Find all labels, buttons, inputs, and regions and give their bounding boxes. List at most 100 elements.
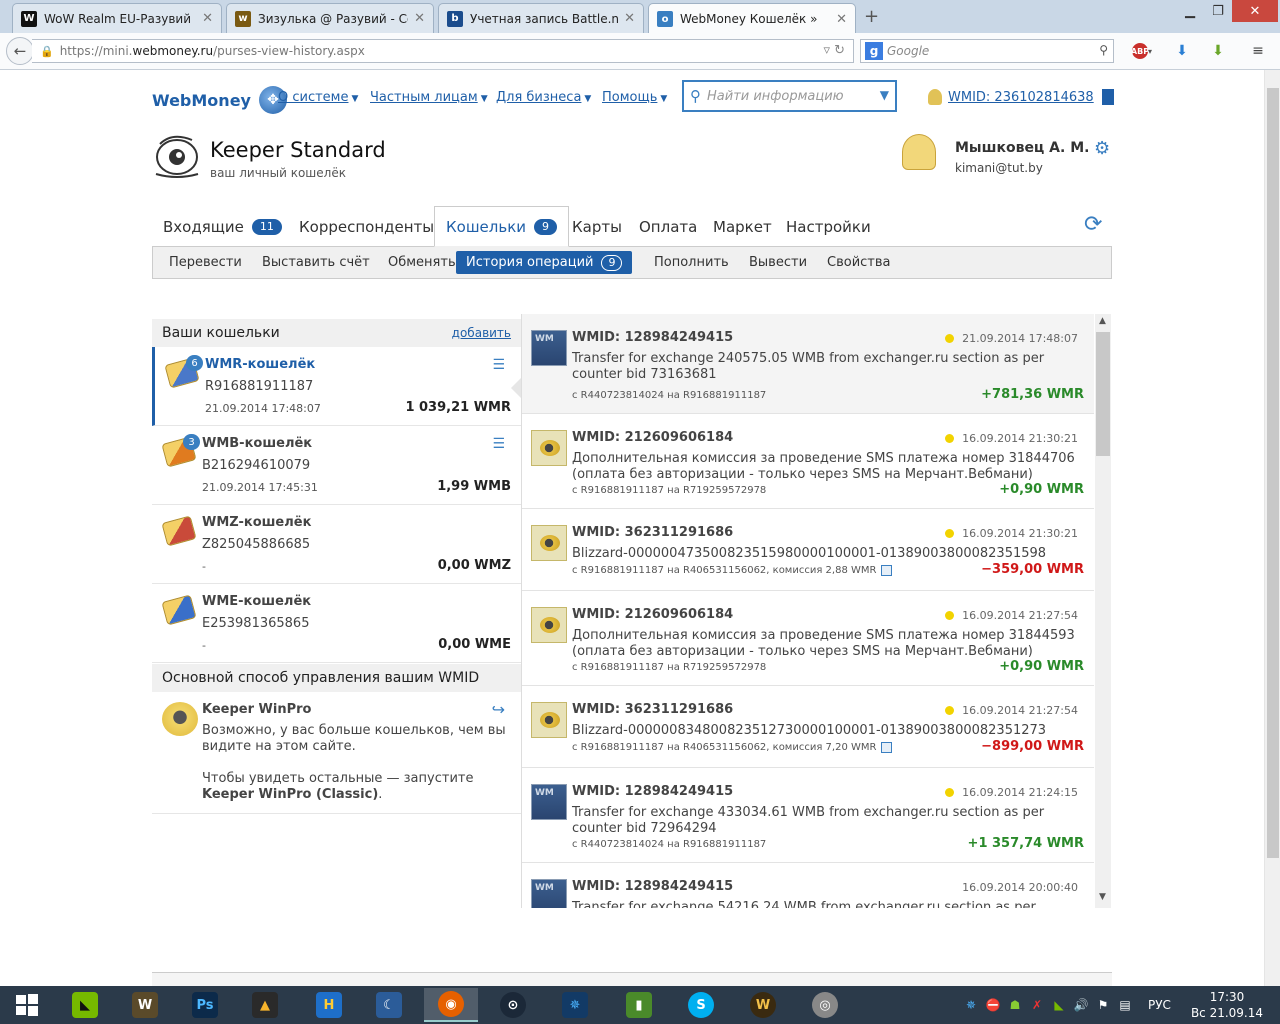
new-tab-button[interactable]: + (864, 6, 879, 27)
tray-volume-icon[interactable]: 🔊 (1070, 994, 1092, 1016)
speaker-app-icon[interactable]: ◎ (798, 988, 852, 1022)
restore-window-icon[interactable]: ❐ (1204, 0, 1232, 22)
browser-tab[interactable]: b Учетная запись Battle.net ✕ (438, 3, 644, 33)
purse-item[interactable]: WME-кошелёк E253981365865 - 0,00 WME (152, 584, 521, 663)
search-icon[interactable]: ⚲ (1099, 43, 1108, 57)
purse-item[interactable]: 3 WMB-кошелёк B216294610079 21.09.2014 17:4… (152, 426, 521, 505)
nav-about[interactable]: О системе ▼ (278, 90, 358, 105)
close-icon[interactable]: ✕ (414, 11, 425, 26)
transaction-item[interactable]: WMID: 128984249415 16.09.2014 21:24:15 Tra… (522, 768, 1094, 863)
transaction-item[interactable]: WMID: 128984249415 21.09.2014 17:48:07 Tra… (522, 314, 1094, 414)
transaction-wmid[interactable]: WMID: 362311291686 (572, 702, 733, 717)
tab-payment[interactable]: Оплата (628, 206, 708, 247)
close-icon[interactable]: ✕ (202, 11, 213, 26)
transaction-scrollbar-thumb[interactable] (1096, 332, 1110, 456)
transaction-wmid[interactable]: WMID: 128984249415 (572, 784, 733, 799)
skype-icon[interactable]: S (674, 988, 728, 1022)
transaction-wmid[interactable]: WMID: 212609606184 (572, 607, 733, 622)
start-windows-icon[interactable] (0, 988, 54, 1022)
download-arrow-icon[interactable]: ⬇ (1172, 41, 1192, 61)
purse-name[interactable]: WME-кошелёк (202, 594, 311, 609)
transaction-item[interactable]: WMID: 212609606184 16.09.2014 21:30:21 Доп… (522, 414, 1094, 509)
tab-cards[interactable]: Карты (561, 206, 633, 247)
page-scrollbar-thumb[interactable] (1267, 88, 1279, 858)
tray-battlenet-icon[interactable]: ✵ (960, 994, 982, 1016)
aimp-icon[interactable]: ▲ (238, 988, 292, 1022)
close-icon[interactable]: ✕ (836, 12, 847, 27)
subtab-invoice[interactable]: Выставить счёт (252, 251, 380, 274)
tab-incoming[interactable]: Входящие 11 (152, 206, 293, 247)
heroes-icon[interactable]: H (302, 988, 356, 1022)
checklist-icon[interactable]: ☰ (492, 357, 505, 373)
tray-network-off-icon[interactable]: ✗ (1026, 994, 1048, 1016)
tray-network-icon[interactable]: ▤ (1114, 994, 1136, 1016)
transaction-item[interactable]: WMID: 128984249415 16.09.2014 20:00:40 Tra… (522, 863, 1094, 908)
firefox-icon[interactable]: ◉ (424, 988, 478, 1022)
transaction-item[interactable]: WMID: 362311291686 16.09.2014 21:27:54 Bli… (522, 686, 1094, 768)
gear-icon[interactable]: ⚙ (1094, 138, 1110, 159)
crescent-icon[interactable]: ☾ (362, 988, 416, 1022)
nav-help[interactable]: Помощь ▼ (602, 90, 667, 105)
purse-item[interactable]: 6 WMR-кошелёк R916881911187 21.09.2014 17:4… (152, 347, 521, 426)
scroll-down-icon[interactable]: ▼ (1099, 892, 1106, 902)
receipt-icon[interactable] (881, 565, 893, 576)
transaction-item[interactable]: WMID: 362311291686 16.09.2014 21:30:21 Bli… (522, 509, 1094, 591)
tab-settings[interactable]: Настройки (775, 206, 882, 247)
subtab-topup[interactable]: Пополнить (644, 251, 739, 274)
purse-name[interactable]: WMB-кошелёк (202, 436, 312, 451)
download-helper-icon[interactable]: ⬇ (1208, 41, 1228, 61)
browser-tab[interactable]: o WebMoney Кошелёк » ✕ (648, 3, 856, 34)
subtab-withdraw[interactable]: Вывести (739, 251, 817, 274)
wow-launcher-icon[interactable]: W (118, 988, 172, 1022)
browser-tab[interactable]: W WoW Realm EU-Разувий :: … ✕ (12, 3, 222, 33)
tab-contacts[interactable]: Корреспонденты (288, 206, 445, 247)
subtab-transfer[interactable]: Перевести (159, 251, 252, 274)
nvidia-icon[interactable]: ◣ (58, 988, 112, 1022)
minimize-window-icon[interactable]: ▁ (1176, 0, 1204, 22)
clock[interactable]: 17:30 Вс 21.09.14 (1191, 989, 1263, 1021)
exit-icon[interactable] (1101, 89, 1114, 105)
google-icon[interactable]: g (865, 42, 883, 60)
back-arrow-icon[interactable]: ← (6, 37, 34, 65)
menu-icon[interactable]: ≡ (1248, 41, 1268, 61)
wmid-link[interactable]: WMID: 236102814638 (928, 89, 1114, 105)
wow-icon[interactable]: W (736, 988, 790, 1022)
keyboard-language[interactable]: РУС (1148, 998, 1171, 1012)
nav-business[interactable]: Для бизнеса ▼ (496, 90, 591, 105)
receipt-icon[interactable] (881, 742, 893, 753)
tray-android-icon[interactable]: ☗ (1004, 994, 1026, 1016)
address-bar[interactable]: 🔒 https://mini. webmoney.ru/purses-view-h… (32, 39, 854, 63)
adblock-icon[interactable]: ABP ▾ (1127, 41, 1157, 61)
checklist-icon[interactable]: ☰ (492, 436, 505, 452)
steam-icon[interactable]: ⊙ (486, 988, 540, 1022)
purse-name[interactable]: WMR-кошелёк (205, 357, 315, 372)
refresh-icon[interactable]: ⟳ (1084, 212, 1102, 237)
transaction-wmid[interactable]: WMID: 212609606184 (572, 430, 733, 445)
transaction-scrollbar[interactable]: ▲ ▼ (1095, 314, 1111, 908)
close-icon[interactable]: ✕ (624, 11, 635, 26)
site-search-input[interactable]: ⚲ Найти информацию ▼ (682, 80, 897, 112)
share-arrow-icon[interactable]: ↪ (492, 700, 505, 719)
subtab-history[interactable]: История операций 9 (456, 251, 633, 274)
page-scrollbar[interactable] (1264, 70, 1280, 986)
tray-nvidia-icon[interactable]: ◣ (1048, 994, 1070, 1016)
battlenet-icon[interactable]: ✵ (548, 988, 602, 1022)
add-purse-link[interactable]: добавить (452, 326, 511, 340)
purse-item[interactable]: WMZ-кошелёк Z825045886685 - 0,00 WMZ (152, 505, 521, 584)
scroll-up-icon[interactable]: ▲ (1099, 316, 1106, 326)
webmoney-logo[interactable]: WebMoney ✥ (152, 86, 287, 114)
chevron-down-icon[interactable]: ▼ (880, 88, 889, 102)
close-window-icon[interactable]: ✕ (1232, 0, 1278, 22)
transaction-item[interactable]: WMID: 212609606184 16.09.2014 21:27:54 Доп… (522, 591, 1094, 686)
browser-tab[interactable]: w Зизулька @ Разувий - Co… ✕ (226, 3, 434, 33)
tab-market[interactable]: Маркет (702, 206, 783, 247)
transaction-wmid[interactable]: WMID: 128984249415 (572, 879, 733, 894)
tray-flag-icon[interactable]: ⚑ (1092, 994, 1114, 1016)
browser-search-box[interactable]: g Google ⚲ (860, 39, 1114, 63)
subtab-exchange[interactable]: Обменять (378, 251, 466, 274)
reload-icon[interactable]: ▿ ↻ (823, 43, 845, 58)
subtab-properties[interactable]: Свойства (817, 251, 901, 274)
nav-private[interactable]: Частным лицам ▼ (370, 90, 488, 105)
glass-app-icon[interactable]: ▮ (612, 988, 666, 1022)
tray-block-icon[interactable]: ⛔ (982, 994, 1004, 1016)
